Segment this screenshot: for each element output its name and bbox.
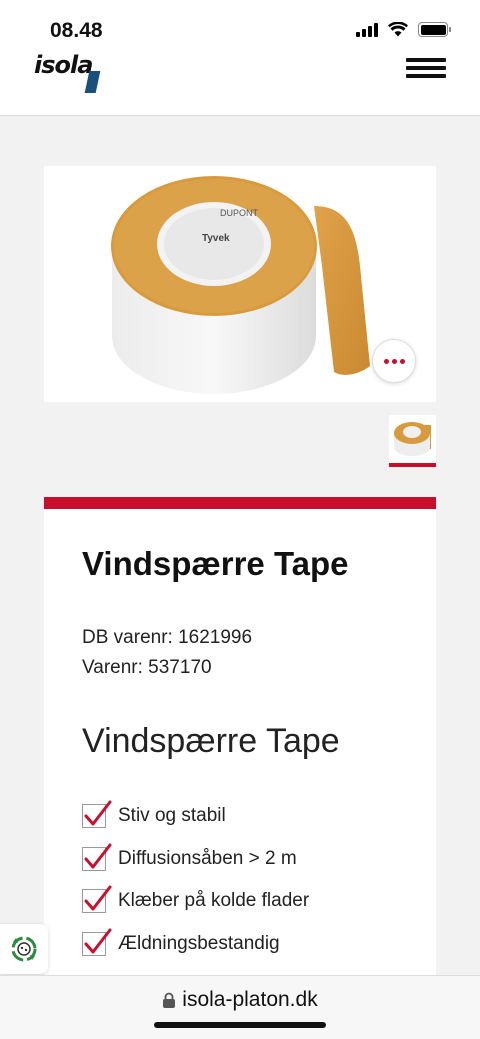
feature-label: Klæber på kolde flader	[118, 890, 310, 912]
home-indicator[interactable]	[154, 1022, 326, 1028]
checkmark-icon	[82, 800, 112, 829]
more-options-icon	[383, 358, 389, 364]
site-header: isola	[0, 52, 480, 116]
battery-icon	[418, 22, 451, 37]
card-accent-bar	[44, 497, 436, 509]
feature-item: Ældningsbestandig	[82, 923, 309, 966]
lock-icon	[163, 992, 176, 1008]
feature-item: Klæber på kolde flader	[82, 880, 309, 923]
feature-label: Ældningsbestandig	[118, 932, 280, 954]
tape-roll-thumbnail	[394, 422, 431, 456]
feature-list: Stiv og stabil Diffusionsåben > 2 m Klæb…	[82, 795, 309, 965]
item-number: Varenr: 537170	[82, 657, 212, 678]
feature-label: Stiv og stabil	[118, 805, 226, 827]
recycle-icon	[11, 936, 37, 962]
product-image[interactable]: DUPONT Tyvek	[44, 166, 436, 402]
isola-logo[interactable]: isola	[34, 51, 101, 94]
status-time: 08.48	[50, 19, 103, 42]
checkmark-icon	[82, 928, 112, 956]
status-icons	[356, 22, 451, 37]
logo-wordmark: isola	[34, 51, 93, 79]
feature-item: Stiv og stabil	[82, 795, 309, 838]
hamburger-menu-button[interactable]	[406, 58, 446, 78]
more-options-button[interactable]	[372, 339, 416, 383]
cellular-signal-icon	[356, 22, 378, 37]
url-text: isola-platon.dk	[182, 988, 318, 1011]
thumbnail-image[interactable]	[389, 415, 436, 467]
thumbnail-active-indicator	[389, 463, 436, 467]
product-subtitle: Vindspærre Tape	[82, 722, 340, 760]
url-display[interactable]: isola-platon.dk	[0, 988, 480, 1012]
checkmark-icon	[82, 885, 112, 914]
checkmark-icon	[82, 843, 112, 871]
hamburger-icon	[406, 58, 446, 62]
feature-label: Diffusionsåben > 2 m	[118, 847, 297, 869]
product-title: Vindspærre Tape	[82, 545, 349, 582]
wifi-icon	[388, 22, 408, 37]
browser-address-bar[interactable]: isola-platon.dk	[0, 975, 480, 1039]
db-item-number: DB varenr: 1621996	[82, 627, 253, 648]
status-bar: 08.48	[0, 0, 480, 52]
feature-item: Diffusionsåben > 2 m	[82, 838, 309, 881]
tape-maker-label: DUPONT	[220, 208, 259, 218]
tape-brand-label: Tyvek	[202, 233, 230, 244]
eco-badge-button[interactable]	[0, 924, 48, 974]
